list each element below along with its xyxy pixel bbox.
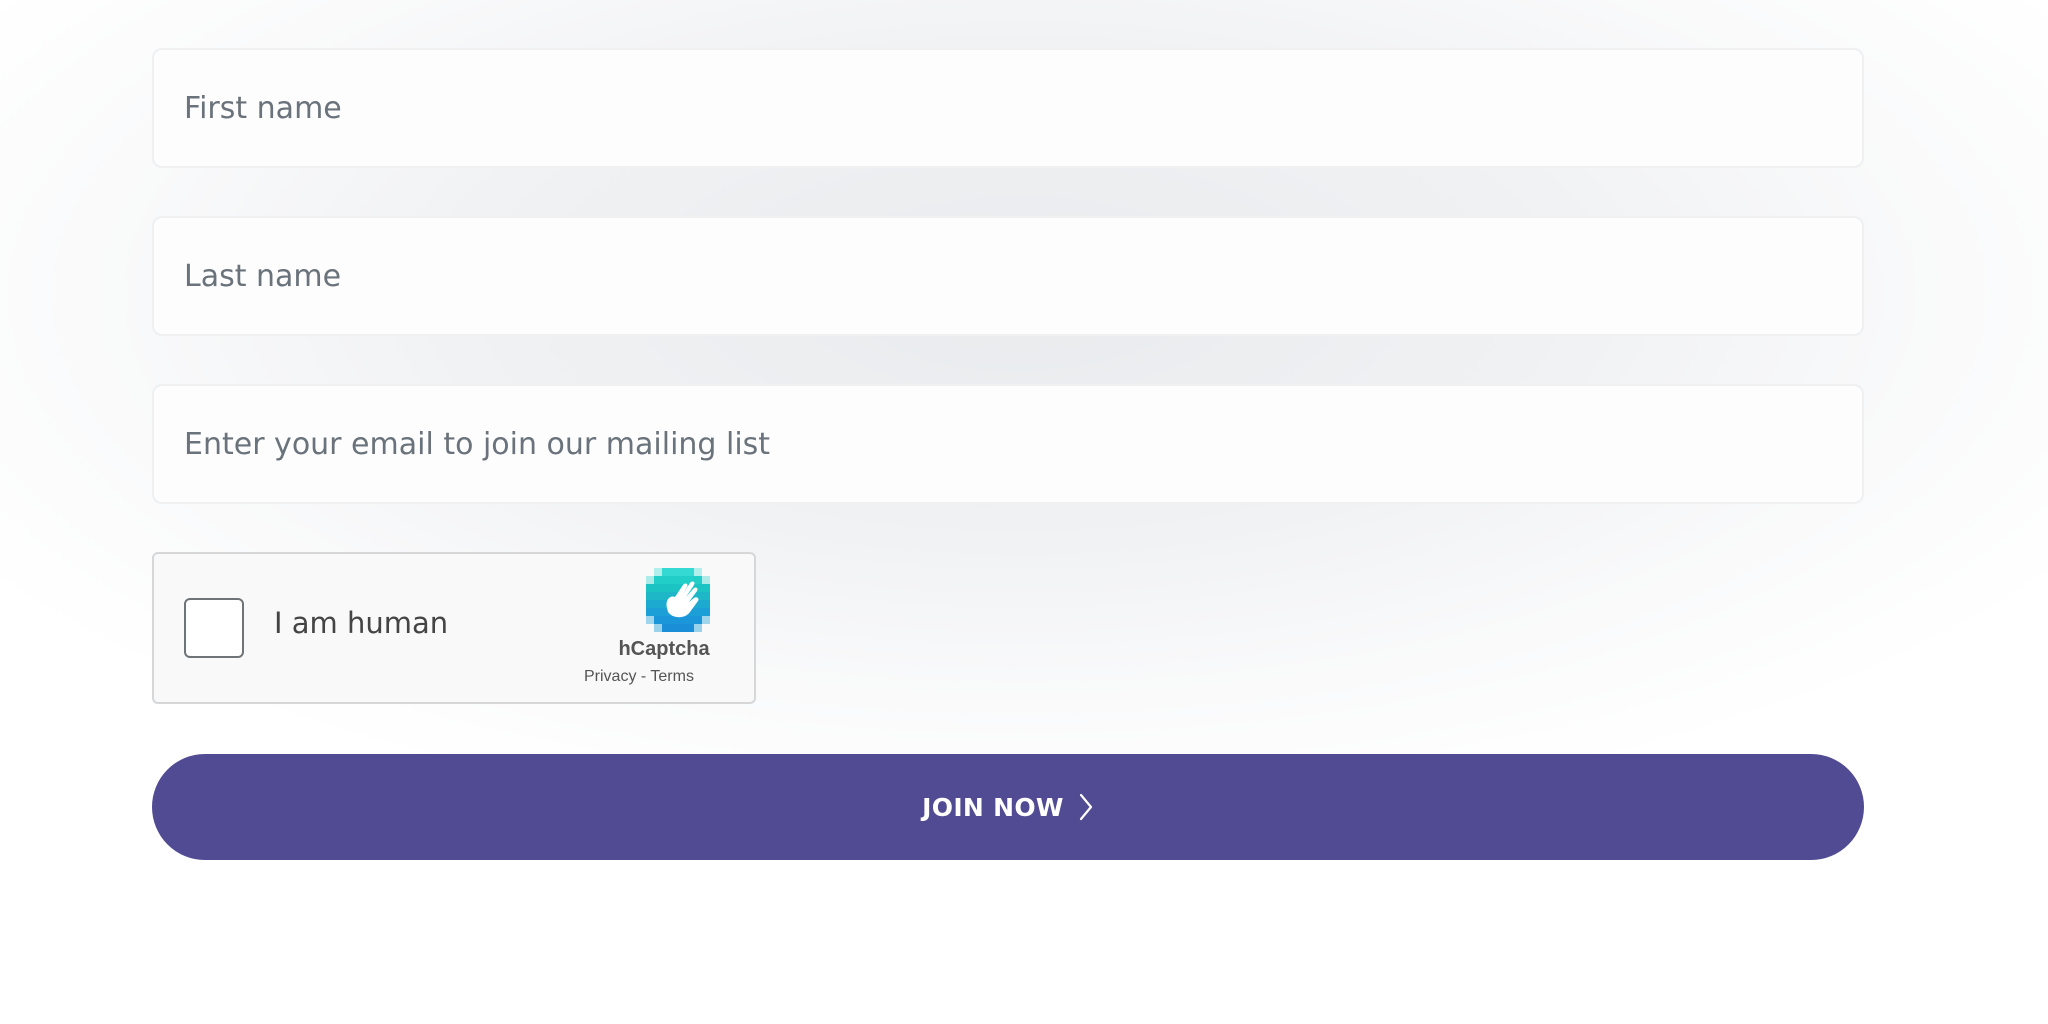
hcaptcha-brand: hCaptcha [618, 638, 710, 660]
captcha-links-separator: - [636, 668, 651, 685]
hcaptcha-widget: I am human hCaptcha Privacy - Terms [152, 552, 756, 704]
last-name-input[interactable] [184, 258, 1832, 294]
page: I am human [0, 0, 2048, 1024]
join-now-button[interactable]: JOIN NOW [152, 754, 1864, 860]
signup-form: I am human [152, 48, 1864, 860]
email-input[interactable] [184, 426, 1832, 462]
captcha-checkbox[interactable] [184, 598, 244, 658]
first-name-input[interactable] [184, 90, 1832, 126]
captcha-links: Privacy - Terms [584, 668, 784, 686]
chevron-right-icon [1079, 793, 1092, 821]
email-field[interactable] [152, 384, 1864, 504]
captcha-privacy-link[interactable]: Privacy [584, 668, 636, 685]
join-now-label: JOIN NOW [922, 792, 1064, 822]
first-name-field[interactable] [152, 48, 1864, 168]
last-name-field[interactable] [152, 216, 1864, 336]
captcha-terms-link[interactable]: Terms [650, 668, 694, 685]
hcaptcha-hand-icon [646, 568, 710, 632]
captcha-label: I am human [274, 606, 449, 640]
